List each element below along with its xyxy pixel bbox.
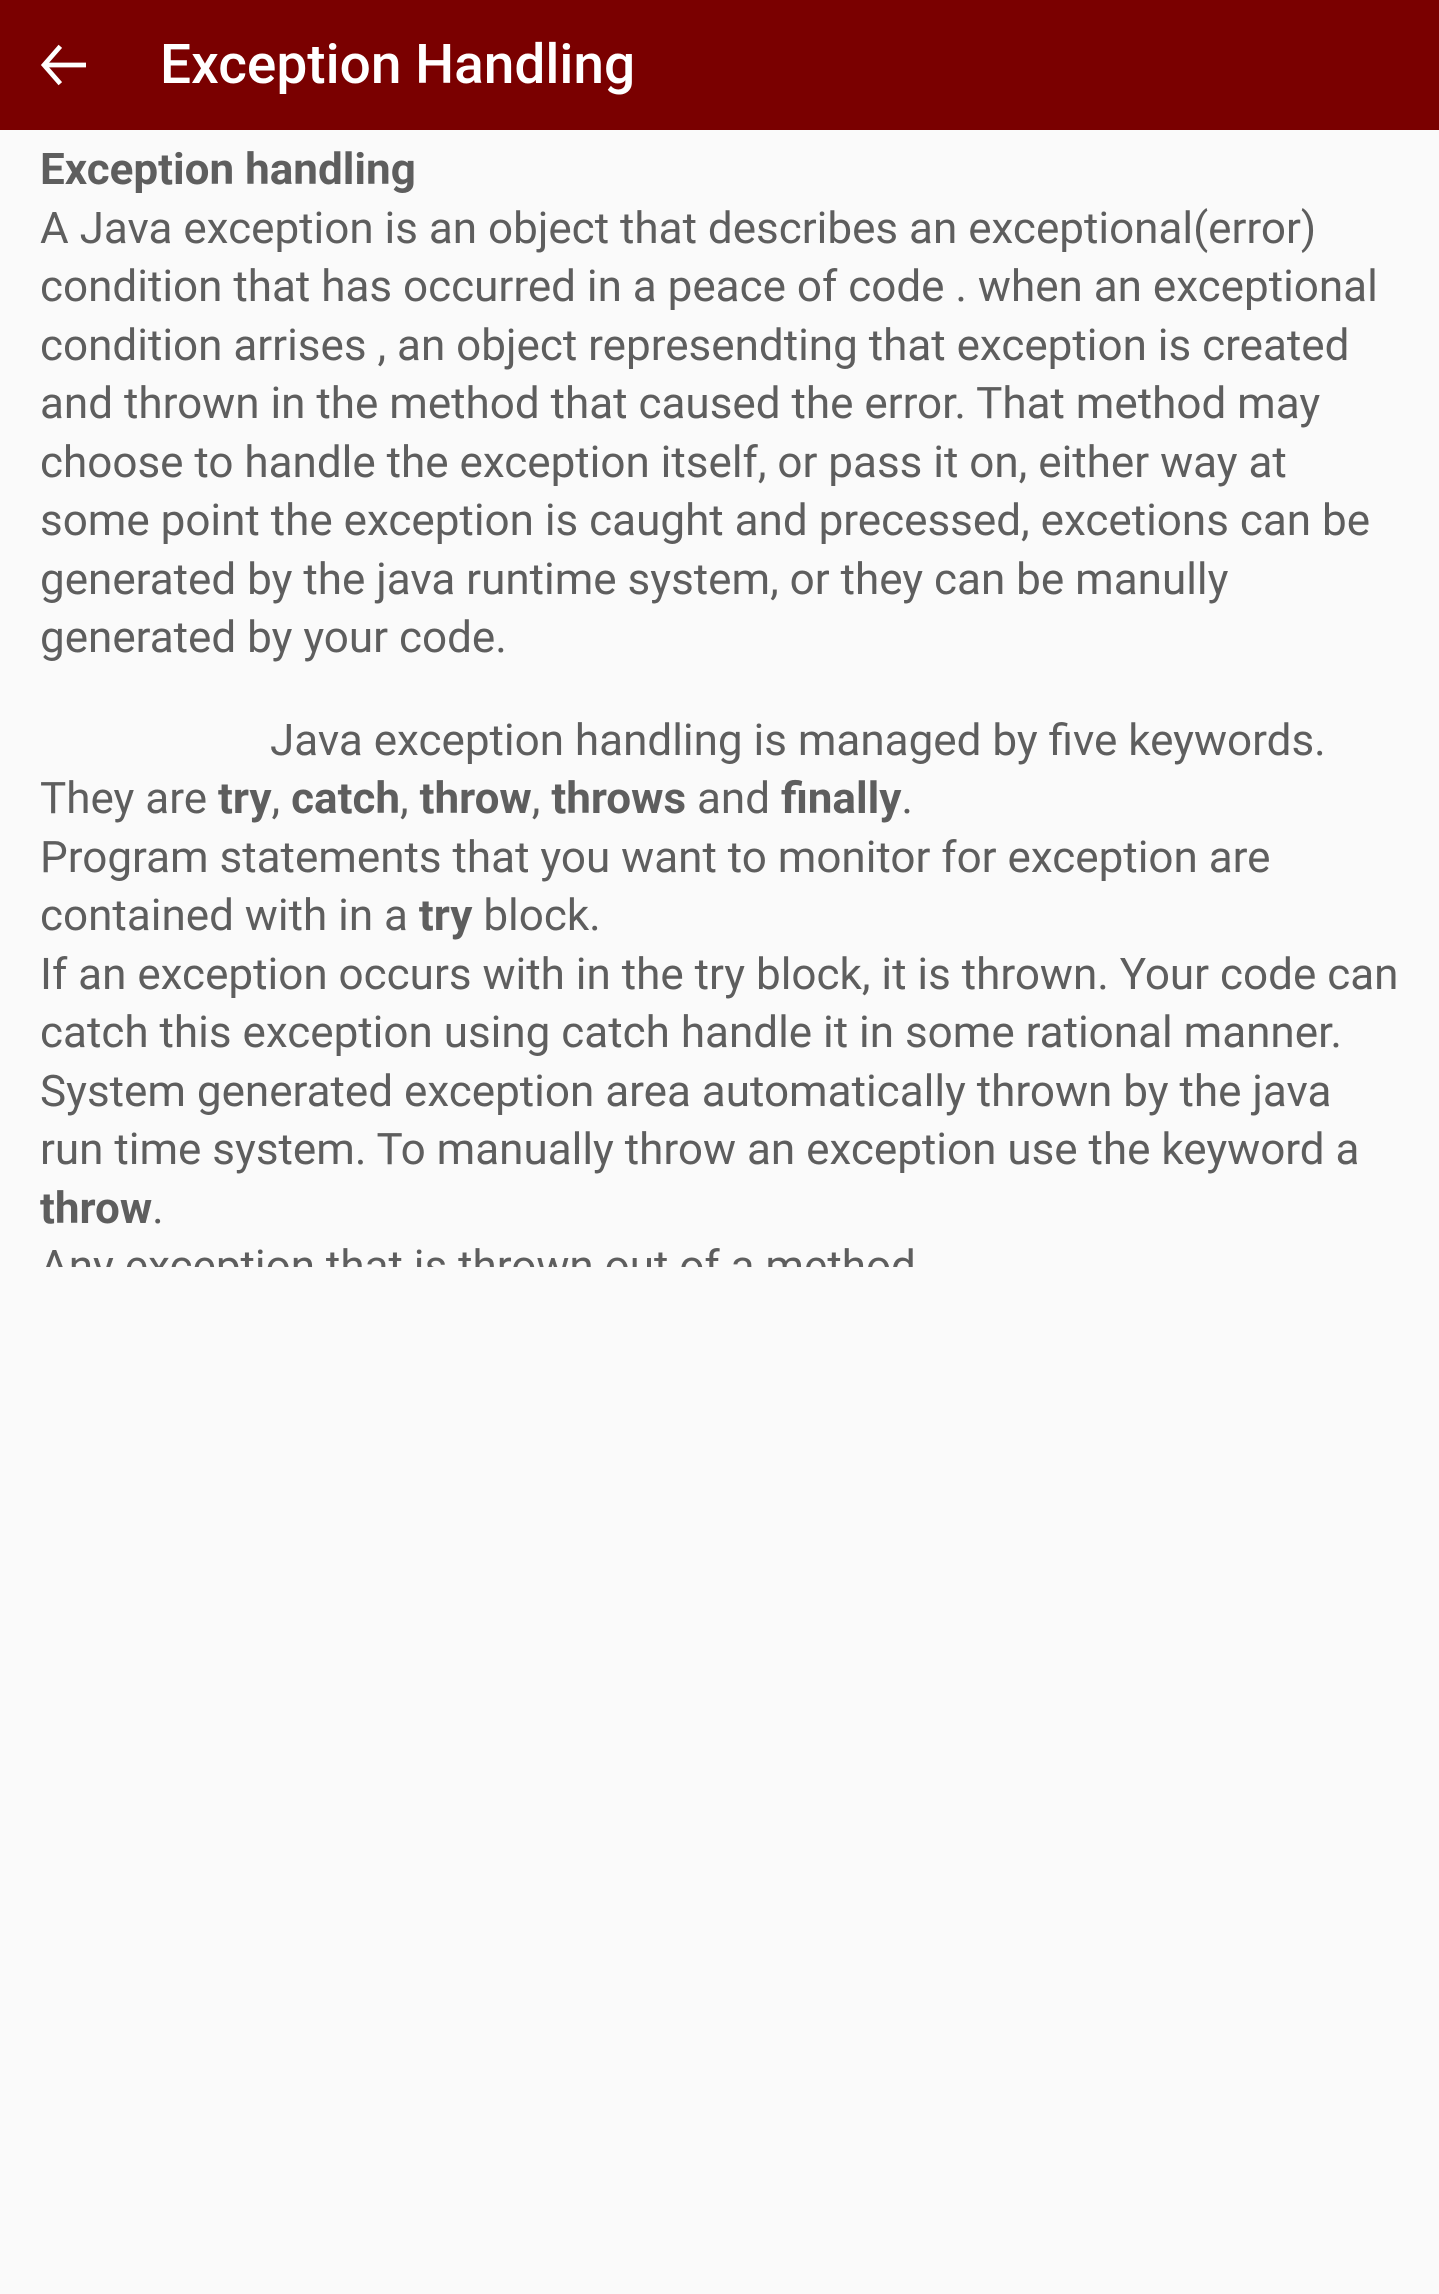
app-header: Exception Handling (0, 0, 1439, 130)
paragraph-2: Java exception handling is managed by fi… (40, 711, 1399, 828)
back-button[interactable] (30, 30, 100, 100)
arrow-left-icon (37, 37, 93, 93)
paragraph-1: A Java exception is an object that descr… (40, 202, 1378, 664)
keyword-try: try (218, 772, 272, 824)
keyword-throws: throws (551, 772, 686, 824)
content-heading: Exception handling (40, 143, 416, 195)
content-area: Exception handling A Java exception is a… (0, 130, 1439, 1307)
keyword-throw: throw (420, 772, 532, 824)
keyword-catch: catch (291, 772, 400, 824)
keyword-throw-2: throw (40, 1182, 152, 1234)
keyword-try-2: try (419, 889, 473, 941)
keyword-finally: finally (781, 772, 901, 824)
page-title: Exception Handling (160, 33, 635, 97)
paragraph-4: If an exception occurs with in the try b… (40, 945, 1399, 1238)
partial-line: Any exception that is thrown out of a me… (40, 1237, 1399, 1267)
paragraph-3: Program statements that you want to moni… (40, 828, 1399, 945)
